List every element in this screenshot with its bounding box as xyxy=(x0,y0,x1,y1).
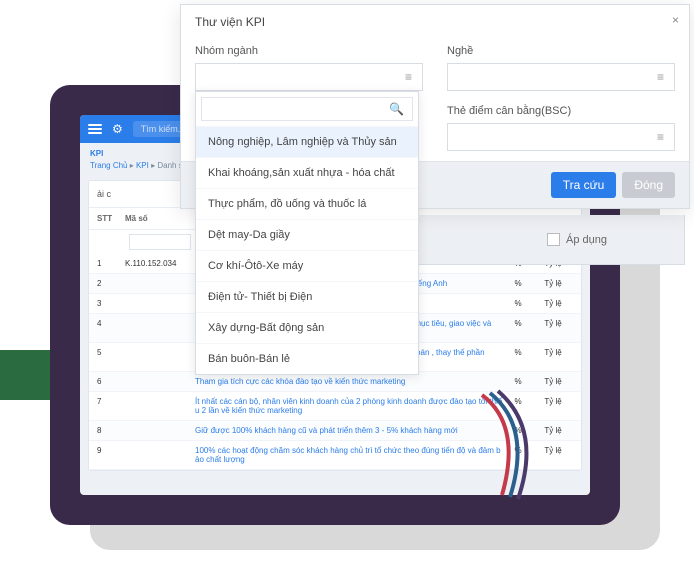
cell-stt: 8 xyxy=(97,426,125,435)
modal-body: Nhóm ngành ≡ Nghề ≡ Thẻ điểm cân bằng(BS… xyxy=(181,39,689,161)
list-icon: ≡ xyxy=(405,70,412,84)
close-icon[interactable]: × xyxy=(672,13,679,27)
modal-title: Thư viện KPI × xyxy=(181,5,689,39)
cell-stt: 9 xyxy=(97,446,125,464)
dong-button[interactable]: Đóng xyxy=(622,172,675,198)
cell-dv: % xyxy=(503,348,533,366)
cell-ten: Tham gia tích cực các khóa đào tạo về ki… xyxy=(195,377,503,386)
cell-ma xyxy=(125,319,195,337)
cell-ty: Tỷ lệ xyxy=(533,348,573,366)
col-stt: STT xyxy=(97,214,125,223)
tra-cuu-button[interactable]: Tra cứu xyxy=(551,172,617,198)
cell-stt: 2 xyxy=(97,279,125,288)
nghe-label: Nghề xyxy=(447,45,675,57)
dropdown-item[interactable]: Điện tử- Thiết bị Điện xyxy=(196,281,418,312)
cell-stt: 4 xyxy=(97,319,125,337)
cell-ten: 100% các hoạt động chăm sóc khách hàng c… xyxy=(195,446,503,464)
cell-ma xyxy=(125,377,195,386)
menu-icon[interactable] xyxy=(88,122,102,137)
cell-ma: K.110.152.034 xyxy=(125,259,195,268)
cell-ten: Giữ được 100% khách hàng cũ và phát triể… xyxy=(195,426,503,435)
dropdown-item[interactable]: Xây dựng-Bất động sản xyxy=(196,312,418,343)
decorative-green-bar xyxy=(0,350,55,400)
list-icon: ≡ xyxy=(657,70,664,84)
dropdown-item[interactable]: Khai khoáng,sản xuất nhựa - hóa chất xyxy=(196,157,418,188)
cell-ma xyxy=(125,426,195,435)
dropdown-item[interactable]: Thực phẩm, đồ uống và thuốc lá xyxy=(196,188,418,219)
cell-ma xyxy=(125,299,195,308)
cell-ma xyxy=(125,446,195,464)
cell-ten: Ít nhất các cán bộ, nhân viên kinh doanh… xyxy=(195,397,503,415)
search-icon: 🔍 xyxy=(389,102,404,116)
col-ma: Mã số xyxy=(125,214,195,223)
dropdown-item[interactable]: Dệt may-Da giầy xyxy=(196,219,418,250)
gear-icon[interactable]: ⚙ xyxy=(112,122,123,136)
breadcrumb-home[interactable]: Trang Chủ xyxy=(90,161,128,170)
nhom-nganh-select[interactable]: ≡ xyxy=(195,63,423,91)
cell-dv: % xyxy=(503,299,533,308)
list-icon: ≡ xyxy=(657,130,664,144)
cell-stt: 3 xyxy=(97,299,125,308)
dropdown-search[interactable]: 🔍 xyxy=(201,97,413,121)
dropdown-item[interactable]: Cơ khí-Ôtô-Xe máy xyxy=(196,250,418,281)
cell-ty: Tỷ lệ xyxy=(533,299,573,308)
cell-stt: 7 xyxy=(97,397,125,415)
cell-ma xyxy=(125,348,195,366)
filter-ma[interactable] xyxy=(129,234,191,250)
apdung-checkbox[interactable] xyxy=(547,233,560,246)
bsc-select[interactable]: ≡ xyxy=(447,123,675,151)
cell-ma xyxy=(125,397,195,415)
cell-dv: % xyxy=(503,279,533,288)
nghe-select[interactable]: ≡ xyxy=(447,63,675,91)
apdung-label: Áp dụng xyxy=(566,234,607,246)
cell-stt: 1 xyxy=(97,259,125,268)
bsc-label: Thẻ điểm cân bằng(BSC) xyxy=(447,105,675,117)
nhom-nganh-label: Nhóm ngành xyxy=(195,45,423,57)
dropdown-item[interactable]: Nông nghiệp, Lâm nghiệp và Thủy sản xyxy=(196,126,418,157)
modal-title-text: Thư viện KPI xyxy=(195,15,265,29)
form-col-right: Nghề ≡ Thẻ điểm cân bằng(BSC) ≡ xyxy=(447,45,675,151)
cell-stt: 5 xyxy=(97,348,125,366)
cell-ty: Tỷ lệ xyxy=(533,279,573,288)
cell-dv: % xyxy=(503,319,533,337)
cell-stt: 6 xyxy=(97,377,125,386)
decorative-swoosh xyxy=(472,385,552,505)
breadcrumb-kpi[interactable]: KPI xyxy=(136,161,149,170)
dropdown-item[interactable]: Bán buôn-Bán lẻ xyxy=(196,343,418,374)
kpi-library-modal: Thư viện KPI × Nhóm ngành ≡ Nghề ≡ Thẻ đ… xyxy=(180,4,690,209)
cell-ty: Tỷ lệ xyxy=(533,319,573,337)
nhom-nganh-dropdown: 🔍 Nông nghiệp, Lâm nghiệp và Thủy sảnKha… xyxy=(195,91,419,375)
cell-ma xyxy=(125,279,195,288)
